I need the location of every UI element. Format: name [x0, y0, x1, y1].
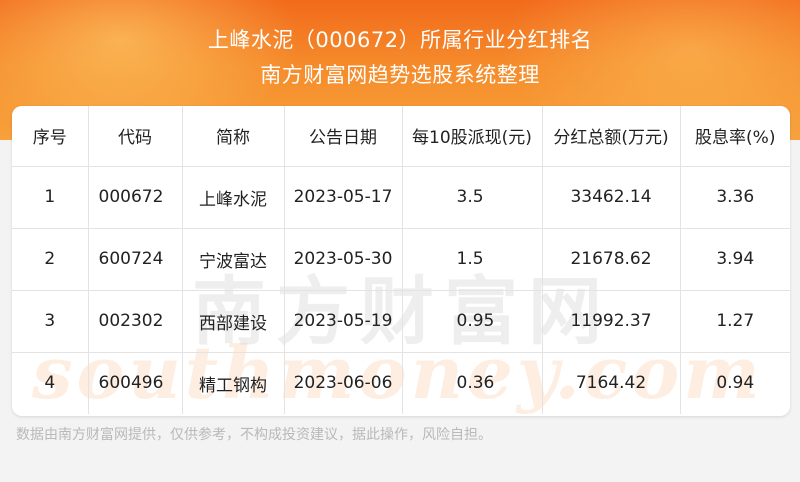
- table-row: 1 000672 上峰水泥 2023-05-17 3.5 33462.14 3.…: [12, 166, 790, 229]
- dividend-table: 序号 代码 简称 公告日期 每10股派现(元) 分红总额(万元) 股息率(%) …: [12, 106, 790, 414]
- col-header-total: 分红总额(万元): [542, 106, 681, 167]
- dividend-table-card: 南方财富网 southmoney.com 序号 代码 简称 公告日期 每10股派…: [12, 106, 790, 416]
- cell-dividend: 0.95: [402, 290, 543, 353]
- cell-date: 2023-05-30: [284, 228, 403, 291]
- cell-rank: 1: [12, 166, 89, 229]
- cell-code: 002302: [88, 290, 183, 353]
- cell-yield: 0.94: [716, 373, 755, 394]
- cell-yield: 1.27: [680, 290, 790, 353]
- cell-date: 2023-06-06: [284, 352, 403, 414]
- cell-name: 宁波富达: [182, 228, 285, 291]
- cell-code: 600496: [88, 352, 183, 414]
- col-header-dividend: 每10股派现(元): [402, 106, 543, 167]
- cell-dividend: 1.5: [402, 228, 543, 291]
- table-header-row: 序号 代码 简称 公告日期 每10股派现(元) 分红总额(万元) 股息率(%): [12, 106, 790, 167]
- table-row: 2 600724 宁波富达 2023-05-30 1.5 21678.62 3.…: [12, 228, 790, 291]
- col-header-yield: 股息率(%): [680, 106, 790, 167]
- cell-code: 600724: [88, 228, 183, 291]
- cell-dividend: 3.5: [402, 166, 543, 229]
- cell-dividend: 0.36: [402, 352, 543, 414]
- cell-date: 2023-05-17: [284, 166, 403, 229]
- cell-code: 000672: [88, 166, 183, 229]
- cell-yield: 3.94: [680, 228, 790, 291]
- col-header-rank: 序号: [12, 106, 89, 167]
- page-title: 上峰水泥（000672）所属行业分红排名: [207, 28, 593, 52]
- cell-rank: 4: [12, 352, 89, 414]
- cell-total: 7164.42: [542, 352, 681, 414]
- cell-total: 33462.14: [542, 166, 681, 229]
- cell-rank: 3: [12, 290, 89, 353]
- cell-rank: 2: [12, 228, 89, 291]
- cell-yield: 3.36: [680, 166, 790, 229]
- cell-name: 精工钢构: [182, 352, 285, 414]
- table-row: 4 600496 精工钢构 2023-06-06 0.36 7164.42 0.…: [12, 352, 790, 414]
- col-header-date: 公告日期: [284, 106, 403, 167]
- cell-date: 2023-05-19: [284, 290, 403, 353]
- cell-total: 11992.37: [542, 290, 681, 353]
- page-subtitle: 南方财富网趋势选股系统整理: [260, 63, 540, 87]
- table-row: 3 002302 西部建设 2023-05-19 0.95 11992.37 1…: [12, 290, 790, 353]
- col-header-name: 简称: [182, 106, 285, 167]
- cell-total: 21678.62: [542, 228, 681, 291]
- cell-name: 上峰水泥: [182, 166, 285, 229]
- col-header-code: 代码: [88, 106, 183, 167]
- footer-disclaimer: 数据由南方财富网提供，仅供参考，不构成投资建议，据此操作，风险自担。: [16, 427, 492, 443]
- cell-name: 西部建设: [182, 290, 285, 353]
